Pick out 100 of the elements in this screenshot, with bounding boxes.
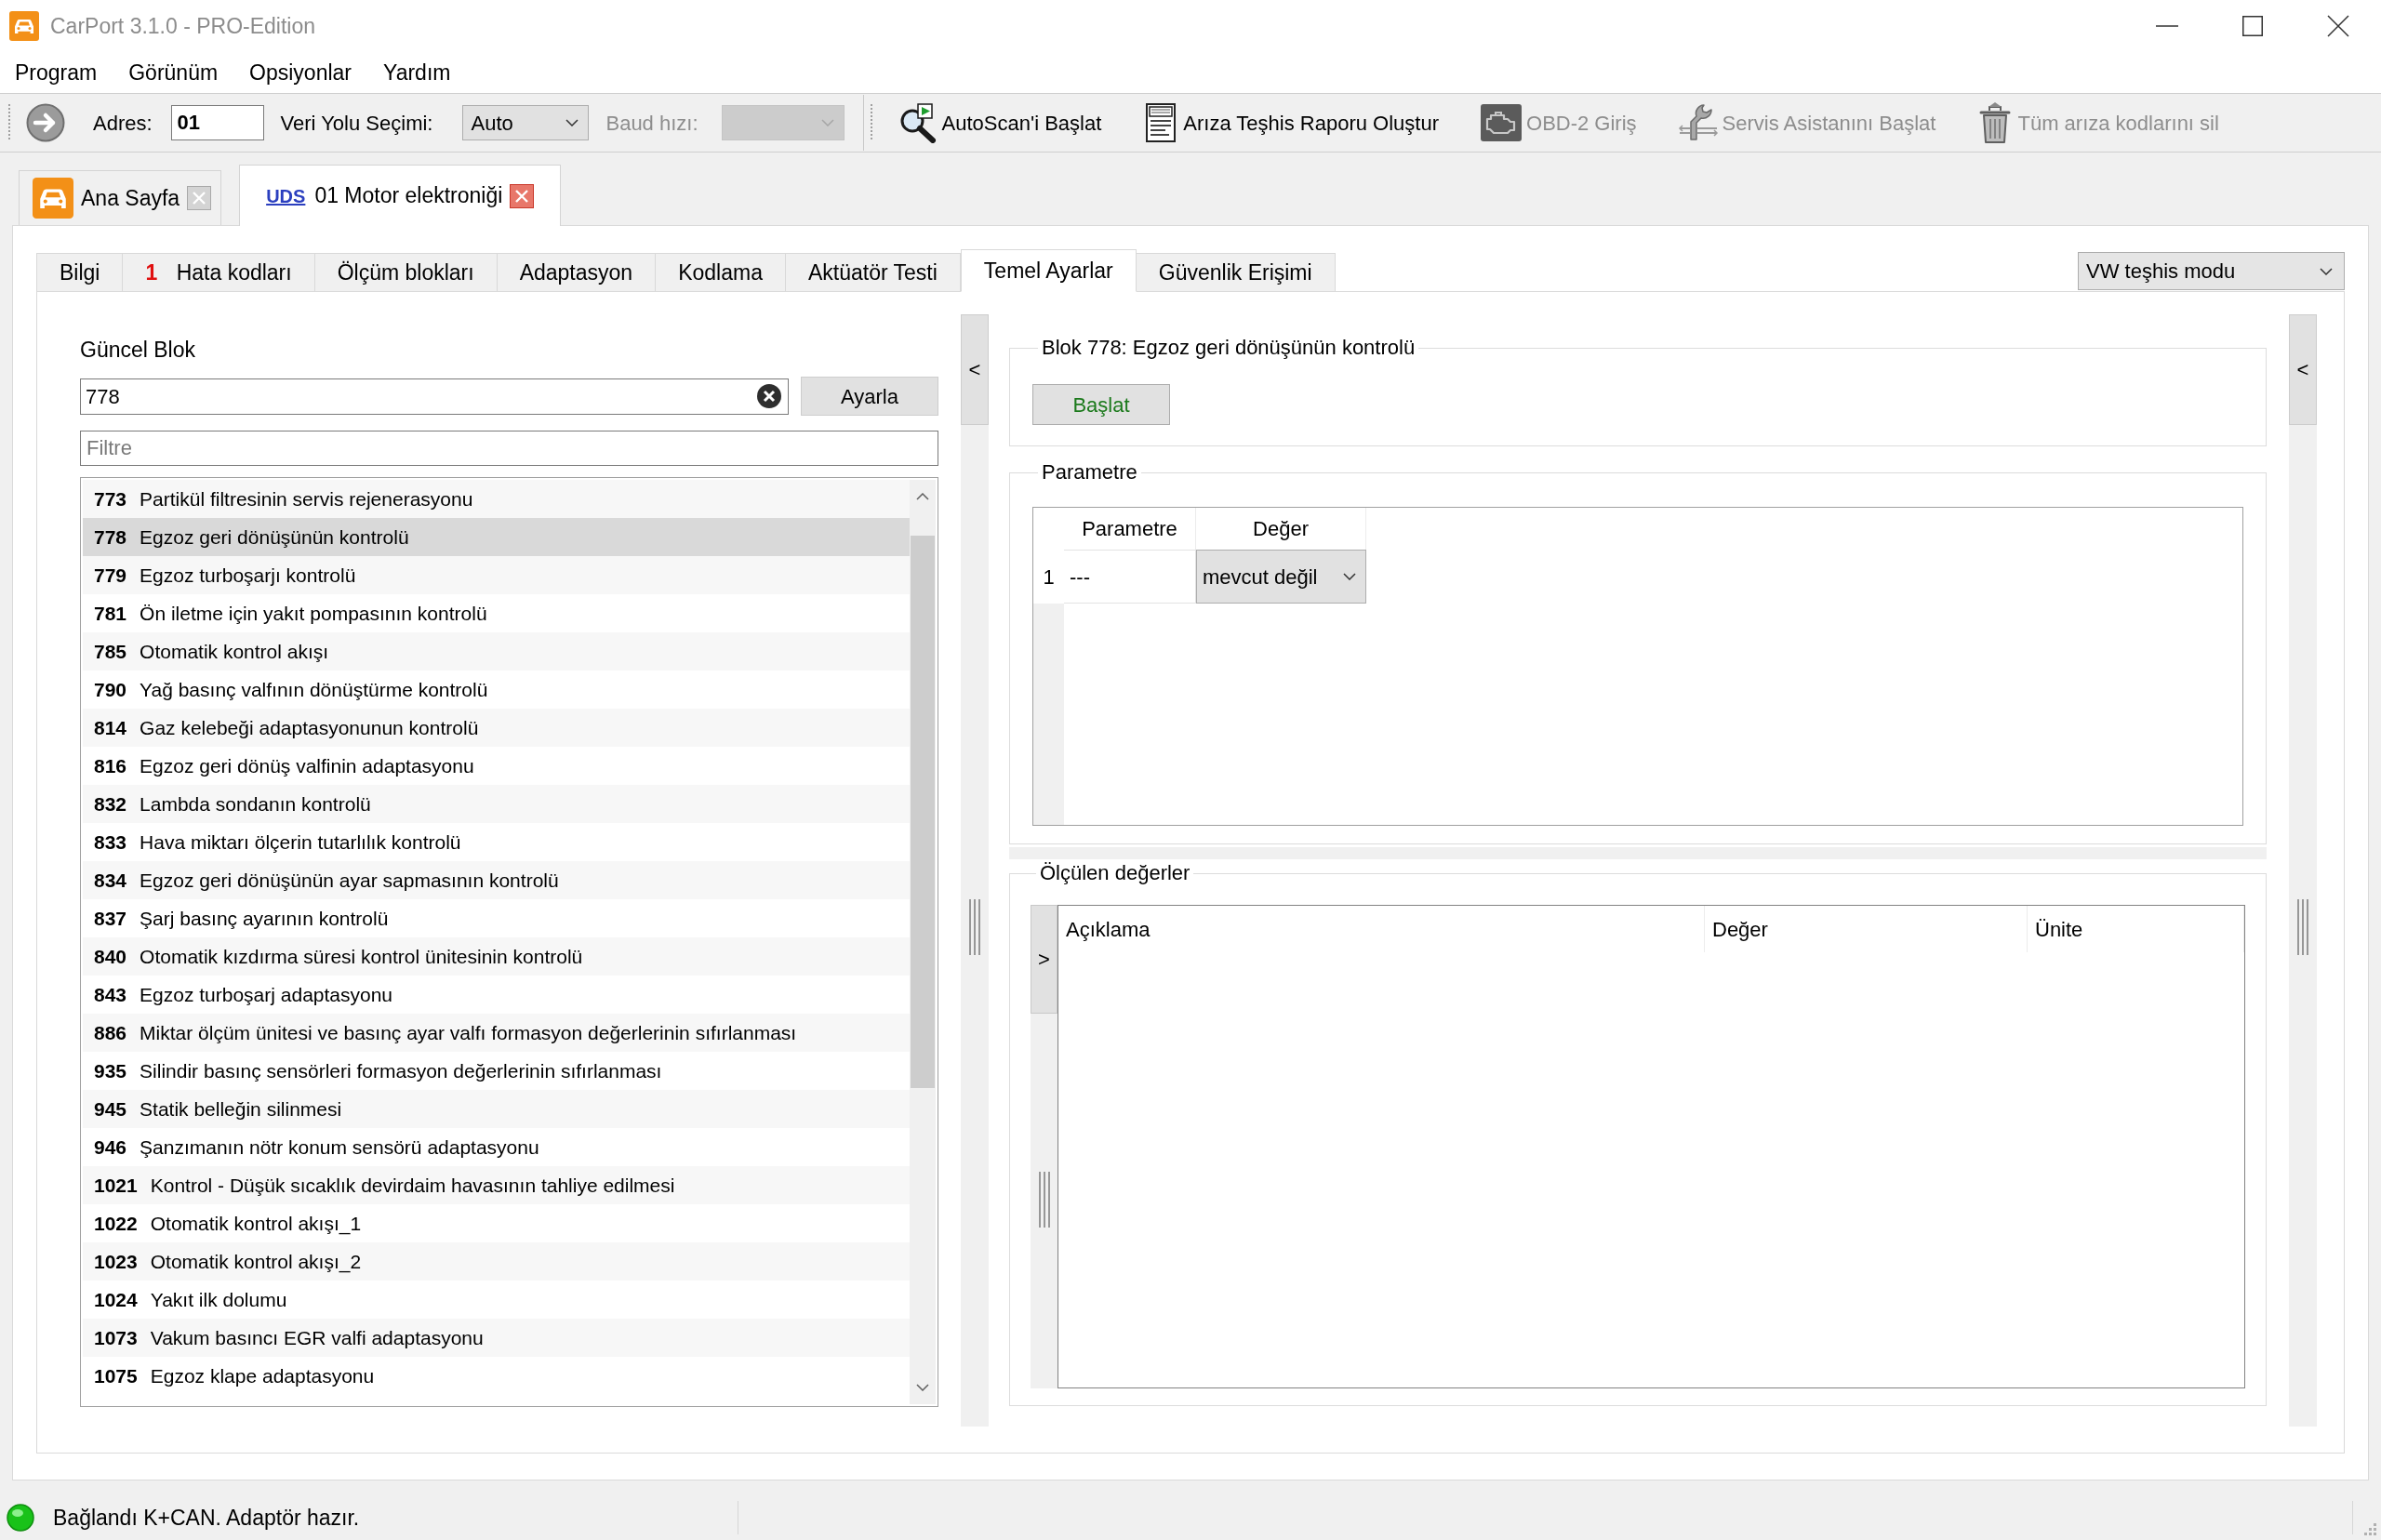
document-tab[interactable]: UDS 01 Motor elektroniği	[239, 165, 562, 226]
block-number: 779	[94, 563, 127, 588]
block-number: 834	[94, 868, 127, 893]
chevron-down-icon	[565, 119, 579, 126]
car-app-icon	[9, 11, 39, 41]
block-list-item[interactable]: 1021 Kontrol - Düşük sıcaklık devirdaim havasının tahliye edilmesi	[83, 1166, 910, 1204]
function-tab[interactable]: Ölçüm blokları	[313, 253, 498, 291]
block-number: 1024	[94, 1287, 138, 1312]
collapse-button[interactable]: <	[2289, 314, 2317, 425]
block-name: Gaz kelebeği adaptasyonunun kontrolü	[140, 715, 479, 740]
window-title: CarPort 3.1.0 - PRO-Edition	[50, 12, 316, 40]
bus-dropdown[interactable]: Auto	[462, 105, 590, 140]
resize-grip-icon[interactable]	[2362, 1521, 2377, 1536]
toolbar-grip-icon[interactable]	[869, 104, 873, 141]
function-tab[interactable]: Güvenlik Erişimi	[1135, 253, 1336, 291]
block-number: 1023	[94, 1249, 138, 1274]
block-number: 843	[94, 982, 127, 1007]
column-header: Değer	[1712, 916, 1768, 943]
wrench-icon	[1677, 102, 1719, 143]
start-button[interactable]: Başlat	[1032, 384, 1170, 425]
scrollbar-thumb[interactable]	[911, 536, 935, 1088]
block-name: Egzoz geri dönüşünün kontrolü	[140, 524, 409, 550]
clear-icon[interactable]	[756, 383, 782, 409]
value-dropdown[interactable]: mevcut değil	[1196, 550, 1366, 604]
function-tab[interactable]: 1 Hata kodları	[122, 253, 315, 291]
block-name: Hava miktarı ölçerin tutarlılık kontrolü	[140, 830, 461, 855]
current-block-label: Güncel Blok	[80, 337, 195, 363]
block-number: 1075	[94, 1363, 138, 1388]
block-name: Miktar ölçüm ünitesi ve basınç ayar valfı formasyon değerlerinin sıfırlanması	[140, 1020, 797, 1045]
block-list-item[interactable]: 778 Egzoz geri dönüşünün kontrolü	[83, 518, 910, 556]
baud-label: Baud hızı:	[605, 110, 698, 137]
arrow-right-icon	[26, 103, 65, 142]
go-button[interactable]	[26, 103, 65, 142]
address-field[interactable]: 01	[170, 105, 264, 140]
scrollbar[interactable]	[910, 480, 936, 1404]
group-title: Parametre	[1041, 459, 1138, 485]
block-name: Otomatik kızdırma süresi kontrol ünitesinin kontrolü	[140, 944, 583, 969]
block-name: Kontrol - Düşük sıcaklık devirdaim havasının tahliye edilmesi	[150, 1173, 675, 1198]
mode-dropdown[interactable]: VW teşhis modu	[2078, 252, 2345, 290]
block-list-item[interactable]: 779 Egzoz turboşarjı kontrolü	[83, 556, 910, 594]
filter-field[interactable]: Filtre	[80, 431, 938, 466]
block-name: Şanzımanın nötr konum sensörü adaptasyonu	[140, 1135, 539, 1160]
grip-icon[interactable]	[968, 899, 981, 955]
grip-icon[interactable]	[1037, 1172, 1051, 1228]
block-list-item[interactable]: 773 Partikül filtresinin servis rejenerasyonu	[83, 480, 910, 518]
block-name: Otomatik kontrol akışı_2	[150, 1249, 362, 1275]
column-header: Açıklama	[1066, 916, 1151, 943]
function-tab[interactable]: Adaptasyon	[496, 253, 657, 291]
tab-label: 01 Motor elektroniği	[314, 182, 503, 210]
function-tab[interactable]: Kodlama	[655, 253, 786, 291]
block-name: Partikül filtresinin servis rejenerasyonu	[140, 486, 473, 511]
block-number: 781	[94, 601, 127, 626]
toolbar-button[interactable]: AutoScan'i Başlat	[895, 99, 1104, 147]
block-list-item[interactable]: 834 Egzoz geri dönüşünün ayar sapmasının kontrolü	[83, 861, 910, 899]
block-number: 946	[94, 1135, 127, 1160]
block-number: 837	[94, 906, 127, 931]
block-list-item[interactable]: 840 Otomatik kızdırma süresi kontrol ünitesinin kontrolü	[83, 937, 910, 976]
block-number: 785	[94, 639, 127, 664]
chevron-up-icon[interactable]	[916, 493, 929, 500]
menu-item[interactable]: Görünüm	[119, 54, 228, 91]
block-number-field[interactable]: 778	[80, 378, 789, 415]
engine-icon	[1480, 103, 1523, 142]
toolbar-button[interactable]: Arıza Teşhis Raporu Oluştur	[1140, 99, 1441, 147]
block-name: Egzoz geri dönüş valfinin adaptasyonu	[140, 753, 474, 778]
block-list-item[interactable]: 945 Statik belleğin silinmesi	[83, 1090, 910, 1128]
block-list-item[interactable]: 886 Miktar ölçüm ünitesi ve basınç ayar valfı formasyon değerlerinin sıfırlanması	[83, 1014, 910, 1052]
block-number: 886	[94, 1020, 127, 1045]
status-message: Bağlandı K+CAN. Adaptör hazır.	[53, 1504, 360, 1532]
block-list-item[interactable]: 1023 Otomatik kontrol akışı_2	[83, 1242, 910, 1281]
row-number: 1	[1042, 564, 1056, 591]
function-tab[interactable]: Bilgi	[36, 253, 124, 291]
close-tab-button[interactable]	[187, 186, 212, 210]
block-list-item[interactable]: 832 Lambda sondanın kontrolü	[83, 785, 910, 823]
column-header: Parametre	[1064, 508, 1196, 550]
tab-label: Ana Sayfa	[81, 184, 180, 212]
function-tab[interactable]: Aktüatör Testi	[784, 253, 961, 291]
menu-item[interactable]: Program	[6, 54, 107, 91]
block-list-item[interactable]: 785 Otomatik kontrol akışı	[83, 632, 910, 670]
block-number: 935	[94, 1058, 127, 1083]
grip-icon[interactable]	[2296, 899, 2309, 955]
block-name: Ön iletme için yakıt pompasının kontrolü	[140, 601, 487, 626]
document-tab[interactable]: Ana Sayfa	[19, 170, 222, 225]
block-name: Yakıt ilk dolumu	[150, 1287, 287, 1312]
chevron-down-icon	[820, 119, 834, 126]
function-tab[interactable]: Temel Ayarlar	[960, 249, 1137, 292]
block-list-item[interactable]: 814 Gaz kelebeği adaptasyonunun kontrolü	[83, 709, 910, 747]
block-number: 1073	[94, 1325, 138, 1350]
expand-button[interactable]: >	[1031, 905, 1057, 1014]
menu-item[interactable]: Yardım	[374, 54, 460, 91]
chevron-down-icon[interactable]	[916, 1384, 929, 1391]
block-list-item[interactable]: 1073 Vakum basıncı EGR valfi adaptasyonu	[83, 1319, 910, 1357]
toolbar-grip-icon[interactable]	[7, 104, 11, 141]
close-tab-button[interactable]	[510, 183, 535, 208]
set-button[interactable]: Ayarla	[801, 377, 938, 416]
menu-item[interactable]: Opsiyonlar	[240, 54, 361, 91]
block-number: 832	[94, 791, 127, 816]
block-number: 773	[94, 486, 127, 511]
collapse-button[interactable]: <	[961, 314, 989, 425]
block-name: Egzoz klape adaptasyonu	[150, 1363, 375, 1388]
protocol-label: UDS	[266, 184, 306, 208]
